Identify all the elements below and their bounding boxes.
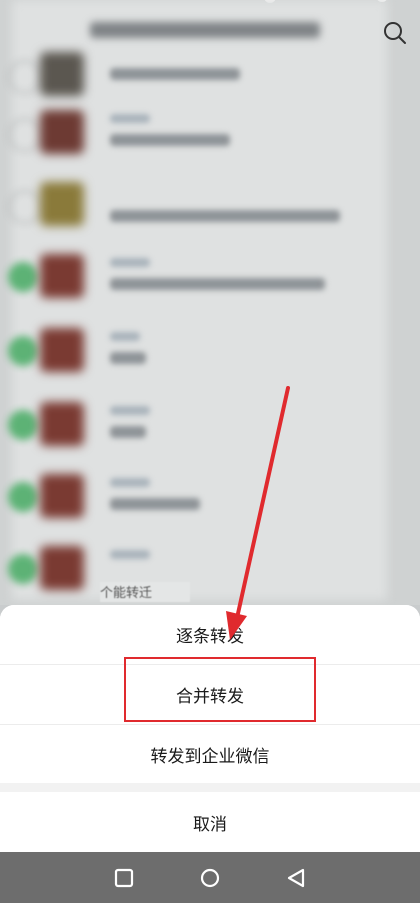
system-nav-bar xyxy=(0,852,420,903)
blurred-text xyxy=(110,332,140,341)
square-icon[interactable] xyxy=(111,865,137,891)
chat-row xyxy=(0,96,420,170)
select-circle[interactable] xyxy=(8,262,38,292)
avatar xyxy=(40,52,84,96)
partial-text: 个能转迁 xyxy=(100,582,190,602)
avatar xyxy=(40,474,84,518)
circle-icon[interactable] xyxy=(197,865,223,891)
chat-row xyxy=(0,460,420,534)
chat-row xyxy=(0,168,420,242)
blurred-text xyxy=(110,68,240,80)
avatar xyxy=(40,254,84,298)
blurred-text xyxy=(110,550,150,559)
select-circle[interactable] xyxy=(8,336,38,366)
select-circle[interactable] xyxy=(8,118,42,152)
separator-gap xyxy=(0,783,420,792)
forward-one-by-one-button[interactable]: 逐条转发 xyxy=(0,605,420,664)
blurred-text xyxy=(110,114,150,123)
chat-row xyxy=(0,532,420,606)
select-circle[interactable] xyxy=(8,190,42,224)
highlight-box xyxy=(124,657,316,722)
chat-row xyxy=(0,240,420,314)
avatar xyxy=(40,182,84,226)
blurred-text xyxy=(110,352,146,364)
action-sheet: 逐条转发 合并转发 转发到企业微信 取消 xyxy=(0,605,420,852)
select-circle[interactable] xyxy=(8,60,42,94)
avatar xyxy=(40,546,84,590)
blurred-text xyxy=(110,406,150,415)
back-triangle-icon[interactable] xyxy=(283,865,309,891)
blurred-text xyxy=(110,426,146,438)
avatar xyxy=(40,328,84,372)
forward-to-wecom-button[interactable]: 转发到企业微信 xyxy=(0,725,420,784)
blurred-text xyxy=(110,258,150,267)
select-circle[interactable] xyxy=(8,554,38,584)
chat-row xyxy=(0,314,420,388)
avatar xyxy=(40,402,84,446)
select-circle[interactable] xyxy=(8,482,38,512)
chat-row xyxy=(0,388,420,462)
cancel-button[interactable]: 取消 xyxy=(0,793,420,852)
blurred-text xyxy=(110,278,325,290)
blurred-text xyxy=(110,498,200,510)
select-circle[interactable] xyxy=(8,410,38,440)
blurred-text xyxy=(110,134,230,146)
avatar xyxy=(40,110,84,154)
blurred-text xyxy=(110,210,340,222)
blurred-text xyxy=(110,478,150,487)
blurred-title xyxy=(90,22,320,38)
blurred-chat-background: 个能转迁 xyxy=(0,0,420,605)
